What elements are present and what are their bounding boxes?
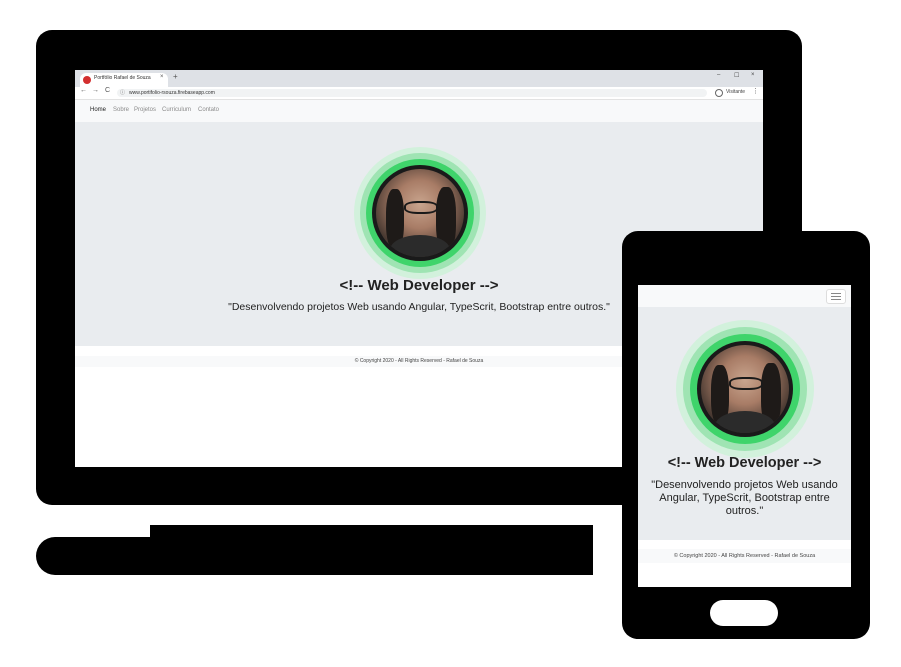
nav-item-curriculum[interactable]: Curriculum <box>162 107 191 113</box>
browser-toolbar: ← → C ⓘ www.portifolio-rsouza.firebaseap… <box>75 87 763 100</box>
browser-menu-icon[interactable]: ⋮ <box>752 87 759 95</box>
forward-icon[interactable]: → <box>92 87 99 94</box>
back-icon[interactable]: ← <box>80 87 87 94</box>
mobile-page-headline: <!-- Web Developer --> <box>667 455 822 471</box>
nav-item-contato[interactable]: Contato <box>198 107 219 113</box>
profile-label[interactable]: Visitante <box>726 89 745 95</box>
site-navbar: Home Sobre Projetos Curriculum Contato <box>75 100 763 122</box>
favicon-icon <box>83 76 91 84</box>
nav-item-projetos[interactable]: Projetos <box>134 107 156 113</box>
mobile-avatar <box>701 345 789 433</box>
tab-title: Portfólio Rafael de Souza <box>94 75 151 81</box>
mobile-navbar <box>638 285 851 307</box>
mobile-page-footer: © Copyright 2020 - All Rights Reserved -… <box>638 549 851 563</box>
mobile-page-tagline: "Desenvolvendo projetos Web usando Angul… <box>651 479 838 517</box>
tab-close-icon[interactable]: × <box>160 74 164 80</box>
laptop-hinge <box>150 525 593 537</box>
reload-icon[interactable]: C <box>105 87 110 94</box>
site-info-icon[interactable]: ⓘ <box>120 89 125 97</box>
minimize-icon[interactable]: – <box>717 72 720 78</box>
profile-icon[interactable] <box>715 89 723 97</box>
address-bar[interactable]: ⓘ www.portifolio-rsouza.firebaseapp.com <box>117 89 707 97</box>
new-tab-button[interactable]: + <box>173 72 178 81</box>
maximize-icon[interactable]: ☐ <box>734 72 739 79</box>
laptop-base <box>36 537 593 575</box>
phone-home-button <box>710 600 778 626</box>
nav-item-home[interactable]: Home <box>90 107 106 113</box>
phone-screen: <!-- Web Developer --> "Desenvolvendo pr… <box>638 285 851 587</box>
avatar <box>376 169 464 257</box>
mobile-hero-section: <!-- Web Developer --> "Desenvolvendo pr… <box>638 307 851 540</box>
hamburger-menu-icon[interactable] <box>826 289 846 304</box>
close-window-icon[interactable]: × <box>751 72 755 78</box>
browser-tabbar: Portfólio Rafael de Souza × + – ☐ × <box>75 70 763 87</box>
url-text: www.portifolio-rsouza.firebaseapp.com <box>129 90 215 96</box>
nav-item-sobre[interactable]: Sobre <box>113 107 129 113</box>
browser-tab[interactable]: Portfólio Rafael de Souza × <box>80 73 168 87</box>
